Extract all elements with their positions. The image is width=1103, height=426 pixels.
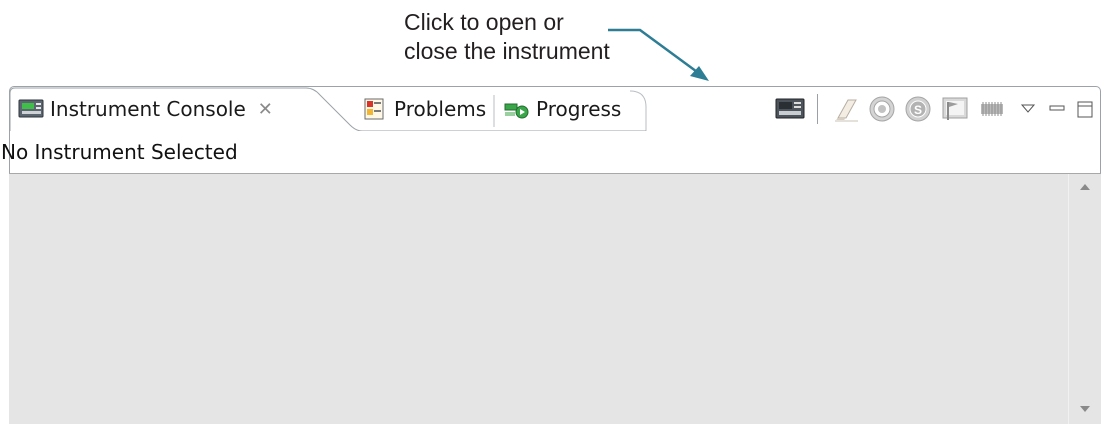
flag-display-icon — [942, 97, 968, 120]
stop-button[interactable]: S — [904, 94, 932, 124]
connect-button[interactable] — [868, 94, 896, 124]
progress-icon — [504, 98, 530, 120]
instrument-console-icon — [18, 98, 44, 120]
clear-console-button[interactable] — [832, 94, 860, 124]
instrument-icon — [775, 98, 805, 119]
open-close-instrument-button[interactable] — [775, 94, 805, 124]
memory-button[interactable] — [978, 94, 1006, 124]
scroll-down-icon[interactable] — [1078, 404, 1092, 414]
tab-progress-label: Progress — [536, 97, 622, 121]
chip-icon — [981, 102, 1003, 116]
maximize-icon — [1077, 101, 1093, 118]
triangle-down-icon — [1020, 104, 1036, 113]
instrument-status: No Instrument Selected — [1, 140, 238, 164]
toolbar-separator — [817, 94, 818, 124]
vertical-scrollbar[interactable] — [1068, 174, 1101, 424]
tab-instrument-console[interactable]: Instrument Console ✕ — [18, 87, 273, 131]
tab-problems-label: Problems — [394, 97, 487, 121]
tab-progress[interactable]: Progress — [504, 87, 621, 131]
problems-icon — [362, 98, 388, 120]
view-toolbar: S — [771, 87, 1100, 131]
maximize-button[interactable] — [1076, 94, 1094, 124]
tab-instrument-console-label: Instrument Console — [50, 97, 246, 121]
tab-bar: Instrument Console ✕ Problems Progress S — [10, 87, 1100, 131]
tab-problems[interactable]: Problems — [362, 87, 486, 131]
instrument-console-view: Instrument Console ✕ Problems Progress S… — [1, 86, 1101, 424]
target-icon — [869, 96, 895, 122]
eraser-icon — [835, 99, 858, 122]
console-output-area[interactable] — [9, 174, 1101, 424]
view-menu-button[interactable] — [1020, 94, 1036, 124]
minimize-icon — [1049, 105, 1065, 111]
pin-console-button[interactable] — [940, 94, 970, 124]
scroll-up-icon[interactable] — [1078, 182, 1092, 192]
s-circle-icon: S — [905, 96, 931, 122]
minimize-button[interactable] — [1048, 94, 1066, 124]
close-tab-icon[interactable]: ✕ — [258, 99, 273, 120]
svg-text:S: S — [914, 103, 922, 117]
